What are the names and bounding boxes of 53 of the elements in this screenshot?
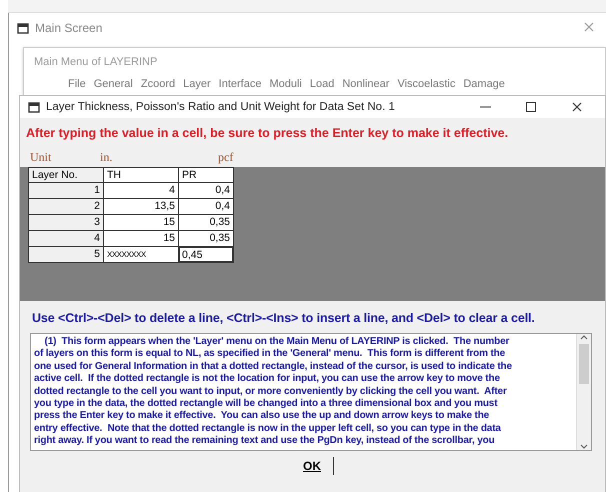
help-text-line: (1) This form appears when the 'Layer' menu on the Main Menu of LAYERINP is clicked. The number [44,336,510,348]
close-icon [584,22,594,32]
menu-item[interactable]: Interface [218,78,262,90]
cell-input[interactable]: 0,45 [179,247,233,262]
scrollbar-thumb[interactable] [579,344,589,384]
table-cell[interactable]: 0,35 [179,231,234,247]
menu-item[interactable]: Viscoelastic [397,78,456,90]
help-text-line: of layers on this form is equal to NL, as specified in the 'General' menu. This form is different from the [34,348,506,361]
table-cell[interactable]: 13,5 [104,199,179,215]
hint-text: Use <Ctrl>-<Del> to delete a line, <Ctrl>-<Ins> to insert a line, and <Del> to clear a cell. [31,310,536,325]
help-text-line: active cell. If the dotted rectangle is not the location for input, you can use the arrow key to move the [34,373,501,386]
row-header: 1 [29,183,104,199]
table-cell[interactable]: 0,35 [179,215,234,231]
unit-label: in. [100,150,114,165]
unit-label: Unit [30,150,52,165]
table-cell[interactable]: 15 [104,231,179,247]
table-cell[interactable]: 15 [104,215,179,231]
help-text-line: you type in the data, the dotted rectangle will be changed into a three dimensional box and you must [34,398,498,410]
menu-item[interactable]: File [68,78,86,90]
column-header: PR [179,168,234,183]
dialog-title: Layer Thickness, Poisson's Ratio and Unit Weight for Data Set No. 1 [46,101,395,113]
close-icon [572,102,582,112]
help-text-line: entry effective. Note that the dotted rectangle is now in the upper left cell, so you can type in the data [34,422,502,436]
menu-item[interactable]: Load [310,78,334,90]
warning-text: After typing the value in a cell, be sure to press the Enter key to make it effective. [25,125,510,140]
maximize-icon [526,102,536,112]
column-header: TH [104,168,179,183]
menu-item[interactable]: Moduli [269,78,302,90]
menu-item[interactable]: Nonlinear [342,78,390,90]
menu-item[interactable]: Layer [183,78,211,90]
row-header: 2 [29,199,104,215]
row-header: 3 [29,215,104,231]
scroll-down-icon[interactable] [580,444,588,450]
row-header: 5 [29,247,104,263]
help-text-line: dotted rectangle to the cell you want to input, or more conveniently by clicking the cell you want. After [34,386,508,398]
table-cell[interactable]: XXXXXXXX [104,247,179,263]
window-icon [17,22,29,34]
menu-item[interactable]: Zcoord [140,78,176,90]
menu-item[interactable]: Damage [463,78,505,90]
table-cell[interactable]: 0,4 [179,183,234,199]
help-text-line: press the Enter key to make it effective. You can also use the up and down arrow keys to make the [34,410,490,423]
table-cell[interactable]: 0,4 [179,199,234,215]
scroll-up-icon[interactable] [580,334,588,340]
panel-title: Main Menu of LAYERINP [33,55,158,68]
help-text-line: one used for General Information in that a dotted rectangle, instead of the cursor, is used to indicate the [34,360,513,374]
row-header: 4 [29,231,104,247]
menu-item[interactable]: General [94,78,133,90]
unit-label: pcf [218,150,234,165]
window-icon [28,102,40,112]
window-title: Main Screen [35,21,102,35]
table-cell[interactable]: 4 [104,183,179,199]
help-text-line: right away. If you want to read the remaining text and use the PgDn key, instead of the scrollbar, you [34,435,496,448]
column-header: Layer No. [29,168,104,183]
